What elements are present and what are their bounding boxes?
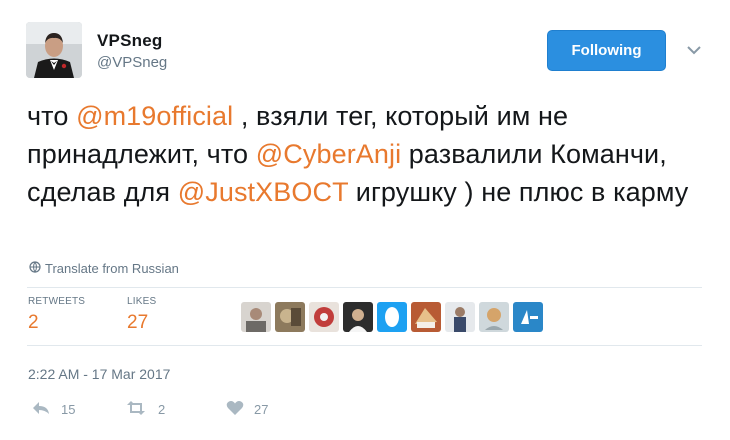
liker-avatars <box>241 302 543 332</box>
reply-icon <box>31 400 51 419</box>
mention-link[interactable]: @CyberAnji <box>256 139 401 169</box>
liker-avatar[interactable] <box>241 302 271 332</box>
chevron-down-icon[interactable] <box>684 40 704 60</box>
author-handle[interactable]: @VPSneg <box>97 54 167 71</box>
following-button[interactable]: Following <box>547 30 666 71</box>
liker-avatar[interactable] <box>309 302 339 332</box>
author-avatar[interactable] <box>26 22 82 78</box>
globe-icon <box>29 261 41 276</box>
tweet-text-segment: что <box>27 101 77 131</box>
tweet-text: что @m19official , взяли тег, который им… <box>27 97 707 211</box>
retweets-label: RETWEETS <box>28 296 86 307</box>
retweet-button[interactable]: 2 <box>124 400 165 419</box>
reply-count: 15 <box>61 402 76 417</box>
divider <box>27 345 702 346</box>
reply-button[interactable]: 15 <box>31 400 75 419</box>
liker-avatar[interactable] <box>343 302 373 332</box>
retweets-count: 2 <box>28 312 39 333</box>
liker-avatar[interactable] <box>445 302 475 332</box>
liker-avatar[interactable] <box>377 302 407 332</box>
like-button[interactable]: 27 <box>226 400 268 419</box>
divider <box>27 287 702 288</box>
retweet-count: 2 <box>158 402 166 417</box>
author-name[interactable]: VPSneg <box>97 31 162 51</box>
retweets-stat[interactable]: RETWEETS 2 <box>28 296 85 334</box>
translate-label: Translate from Russian <box>45 261 179 276</box>
tweet-timestamp[interactable]: 2:22 AM - 17 Mar 2017 <box>28 366 170 382</box>
liker-avatar[interactable] <box>513 302 543 332</box>
liker-avatar[interactable] <box>479 302 509 332</box>
liker-avatar[interactable] <box>411 302 441 332</box>
heart-icon <box>226 400 244 419</box>
like-count: 27 <box>254 402 269 417</box>
mention-link[interactable]: @m19official <box>76 101 233 131</box>
liker-avatar[interactable] <box>275 302 305 332</box>
likes-stat[interactable]: LIKES 27 <box>127 296 156 334</box>
retweet-icon <box>124 400 148 419</box>
mention-link[interactable]: @JustXBOCT <box>178 177 348 207</box>
likes-label: LIKES <box>127 296 157 307</box>
likes-count: 27 <box>127 312 149 333</box>
tweet-text-segment: игрушку ) не плюс в карму <box>348 177 689 207</box>
translate-link[interactable]: Translate from Russian <box>29 261 179 276</box>
